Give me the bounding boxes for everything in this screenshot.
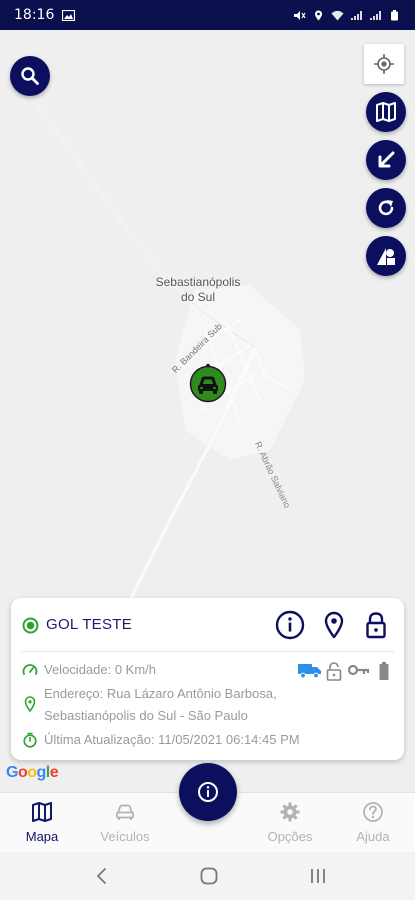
map-icon — [376, 102, 396, 122]
home-icon[interactable] — [199, 866, 219, 886]
truck-icon — [298, 664, 321, 679]
mute-icon — [294, 10, 306, 20]
image-icon — [62, 9, 76, 21]
signal-icon — [370, 10, 381, 20]
vehicle-name: GOL TESTE — [46, 616, 133, 633]
battery-icon — [379, 662, 389, 680]
search-icon — [21, 67, 39, 85]
map-pin-icon — [24, 696, 36, 712]
divider — [21, 651, 394, 652]
location-pin-icon[interactable] — [319, 610, 349, 640]
vehicle-status-icons — [298, 661, 393, 681]
nav-label: Veículos — [100, 829, 150, 844]
google-attribution: Google — [6, 764, 59, 781]
address-line2: Sebastianópolis do Sul - São Paulo — [44, 708, 248, 723]
address-line1: Endereço: Rua Lázaro Antônio Barbosa, — [44, 686, 277, 701]
timer-icon — [23, 732, 37, 748]
system-navigation-bar — [0, 852, 415, 900]
clock: 18:16 — [14, 7, 55, 23]
status-dot-icon — [22, 617, 39, 634]
key-icon — [347, 664, 370, 676]
wifi-icon — [331, 10, 344, 20]
car-icon — [116, 804, 134, 820]
vehicle-marker[interactable] — [189, 361, 227, 403]
refresh-button[interactable] — [366, 188, 406, 228]
gear-icon — [280, 802, 300, 822]
layers-button[interactable] — [366, 236, 406, 276]
speedometer-icon — [22, 664, 38, 675]
lock-open-icon — [326, 662, 342, 681]
crosshair-icon — [374, 54, 394, 74]
nav-label: Opções — [267, 829, 313, 844]
map-type-button[interactable] — [366, 92, 406, 132]
info-icon — [198, 782, 218, 802]
help-icon — [363, 802, 383, 822]
center-vehicle-button[interactable] — [366, 140, 406, 180]
vehicle-info-card: GOL TESTE Velocidade: 0 Km/h Endereço: R… — [11, 598, 404, 760]
car-icon — [189, 363, 227, 403]
recent-apps-icon[interactable] — [308, 866, 328, 886]
signal-icon — [351, 10, 362, 20]
last-update-text: Última Atualização: 11/05/2021 06:14:45 … — [44, 732, 300, 747]
map-icon — [32, 802, 52, 822]
shapes-icon — [377, 248, 395, 265]
speed-text: Velocidade: 0 Km/h — [44, 662, 157, 677]
location-icon — [315, 10, 322, 20]
nav-item-veiculos[interactable]: Veículos — [85, 793, 165, 853]
nav-item-mapa[interactable]: Mapa — [2, 793, 82, 853]
search-button[interactable] — [10, 56, 50, 96]
battery-icon — [391, 9, 398, 20]
nav-item-opcoes[interactable]: Opções — [250, 793, 330, 853]
city-label: Sebastianópolis do Sul — [148, 275, 248, 305]
info-icon[interactable] — [275, 610, 305, 640]
city-label-line1: Sebastianópolis — [155, 275, 241, 289]
city-label-line2: do Sul — [180, 290, 216, 304]
nav-label: Mapa — [25, 829, 59, 844]
nav-label: Ajuda — [356, 829, 390, 844]
center-info-button[interactable] — [179, 763, 237, 821]
arrow-down-left-icon — [378, 151, 395, 168]
status-bar: 18:16 — [0, 0, 415, 30]
back-icon[interactable] — [92, 866, 112, 886]
card-header: GOL TESTE — [11, 598, 404, 650]
nav-item-ajuda[interactable]: Ajuda — [333, 793, 413, 853]
refresh-icon — [378, 200, 394, 216]
lock-icon[interactable] — [361, 610, 391, 640]
my-location-button[interactable] — [364, 44, 404, 84]
